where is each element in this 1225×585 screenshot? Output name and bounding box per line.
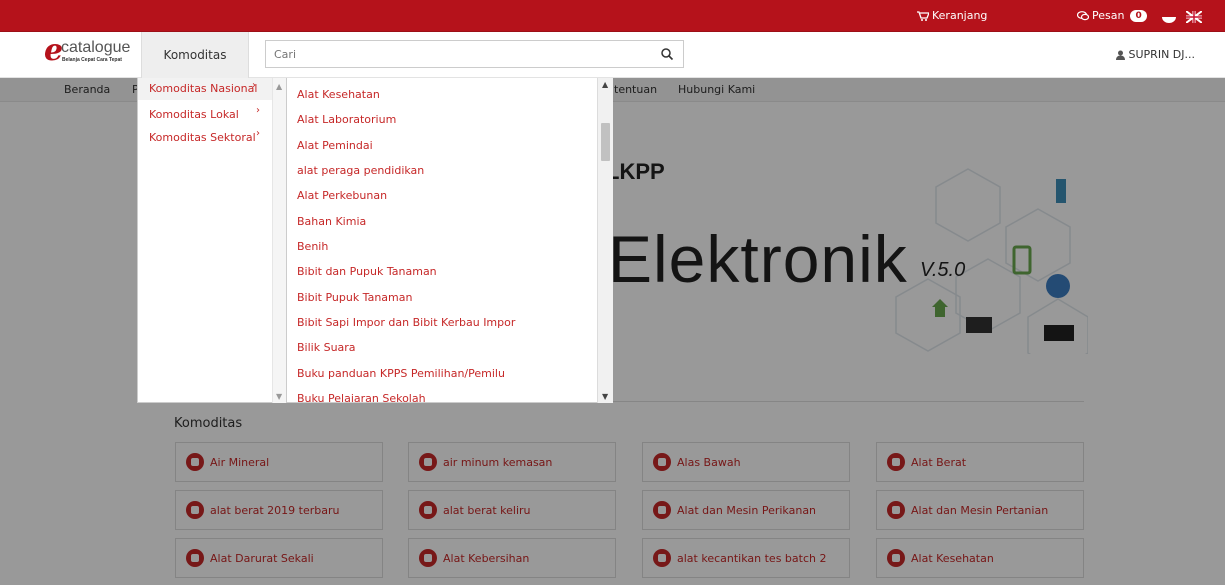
logo-tagline: Belanja Cepat Cara Tepat — [62, 57, 122, 63]
subcategory-scrollbar[interactable]: ▲ ▼ — [597, 78, 613, 403]
chevron-right-icon: › — [252, 80, 256, 91]
category-item-sektoral[interactable]: Komoditas Sektoral — [149, 131, 256, 144]
chat-icon — [1077, 10, 1089, 20]
subcategory-item[interactable]: Benih — [297, 240, 328, 253]
chevron-right-icon: › — [256, 128, 260, 139]
subcategory-item[interactable]: Alat Perkebunan — [297, 189, 387, 202]
user-name: SUPRIN DJ... — [1128, 48, 1195, 61]
cart-icon — [917, 10, 929, 21]
subcategory-item[interactable]: Alat Kesehatan — [297, 88, 380, 101]
chevron-right-icon: › — [256, 105, 260, 116]
cart-link[interactable]: Keranjang — [917, 9, 987, 22]
uk-flag-icon[interactable] — [1186, 11, 1202, 23]
category-item-lokal[interactable]: Komoditas Lokal — [149, 108, 239, 121]
subcategory-item[interactable]: Bibit dan Pupuk Tanaman — [297, 265, 437, 278]
indonesia-flag-icon[interactable] — [1161, 11, 1177, 23]
scrollbar-thumb[interactable] — [601, 123, 610, 161]
scroll-down-icon[interactable]: ▼ — [602, 392, 608, 401]
search-input[interactable] — [266, 41, 636, 67]
messages-count-badge: 0 — [1130, 9, 1147, 22]
main-header: e catalogue Belanja Cepat Cara Tepat Kom… — [0, 32, 1225, 78]
logo-name: catalogue — [61, 39, 131, 56]
category-item-nasional[interactable]: Komoditas Nasional — [149, 82, 257, 95]
subcategory-item[interactable]: Bibit Pupuk Tanaman — [297, 291, 412, 304]
scroll-down-icon[interactable]: ▼ — [276, 392, 282, 401]
scroll-up-icon[interactable]: ▲ — [602, 80, 608, 89]
subcategory-item[interactable]: alat peraga pendidikan — [297, 164, 424, 177]
cart-label: Keranjang — [932, 9, 988, 22]
subcategory-item[interactable]: Buku panduan KPPS Pemilihan/Pemilu — [297, 367, 505, 380]
subcategory-item[interactable]: Bibit Sapi Impor dan Bibit Kerbau Impor — [297, 316, 515, 329]
komoditas-category-menu: Komoditas Nasional › Komoditas Lokal › K… — [137, 78, 286, 403]
subcategory-item[interactable]: Bahan Kimia — [297, 215, 366, 228]
user-icon — [1115, 50, 1125, 60]
subcategory-item[interactable]: Alat Pemindai — [297, 139, 373, 152]
subcategory-menu: Alat Kesehatan Alat Laboratorium Alat Pe… — [286, 78, 613, 403]
search-icon[interactable] — [660, 47, 674, 61]
scroll-up-icon[interactable]: ▲ — [276, 82, 282, 91]
category-scrollbar[interactable]: ▲ ▼ — [272, 78, 286, 403]
ecatalogue-logo[interactable]: e catalogue Belanja Cepat Cara Tepat — [44, 33, 136, 69]
subcategory-item[interactable]: Bilik Suara — [297, 341, 356, 354]
messages-label: Pesan — [1092, 9, 1125, 22]
user-menu[interactable]: SUPRIN DJ... — [1115, 48, 1195, 61]
search-box — [265, 40, 684, 68]
top-bar: Keranjang Pesan 0 — [0, 0, 1225, 32]
subcategory-item[interactable]: Buku Pelajaran Sekolah — [297, 392, 426, 402]
messages-link[interactable]: Pesan 0 — [1077, 9, 1147, 22]
komoditas-menu-tab[interactable]: Komoditas — [141, 32, 249, 78]
subcategory-item[interactable]: Alat Laboratorium — [297, 113, 396, 126]
